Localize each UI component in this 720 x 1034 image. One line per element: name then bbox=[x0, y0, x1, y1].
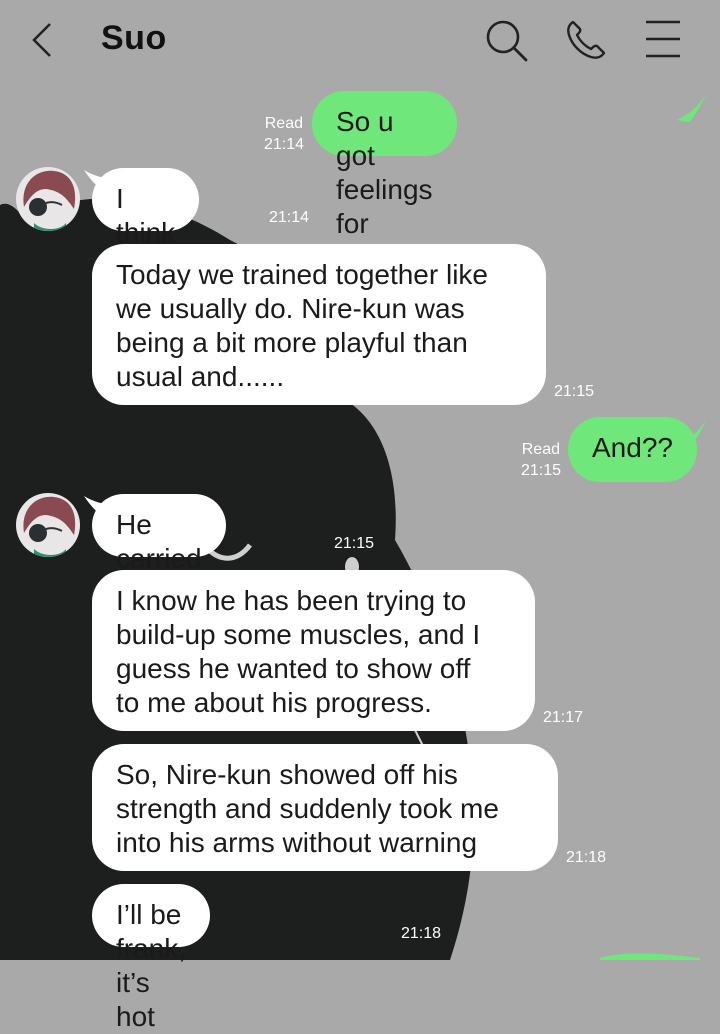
message-bubble[interactable]: I’ll be frank, it’s hot bbox=[92, 884, 211, 1032]
message-time: 21:17 bbox=[543, 709, 584, 726]
message-bubble[interactable]: I think so bbox=[92, 168, 200, 282]
message-time: 21:15 bbox=[334, 535, 375, 552]
hamburger-menu-icon[interactable] bbox=[640, 16, 688, 64]
message-bubble[interactable]: I know he has been trying to build-up so… bbox=[92, 570, 535, 731]
contact-avatar[interactable] bbox=[16, 167, 80, 231]
message-time: 21:14 bbox=[264, 136, 305, 153]
message-time: 21:15 bbox=[521, 462, 562, 479]
contact-name: Suo bbox=[101, 19, 167, 57]
phone-icon[interactable] bbox=[562, 16, 610, 64]
message-time: 21:14 bbox=[269, 209, 310, 226]
contact-avatar[interactable] bbox=[16, 493, 80, 557]
search-icon[interactable] bbox=[482, 16, 530, 64]
message-bubble[interactable]: So u got feelings for him? bbox=[312, 91, 457, 273]
read-receipt: Read bbox=[264, 115, 303, 132]
message-time: 21:18 bbox=[566, 849, 607, 866]
message-bubble[interactable]: And?? bbox=[568, 417, 697, 482]
message-bubble[interactable]: So, Nire-kun showed off his strength and… bbox=[92, 744, 558, 871]
message-time: 21:15 bbox=[554, 383, 595, 400]
chat-header: Suo bbox=[0, 0, 720, 84]
chevron-left-icon[interactable] bbox=[26, 20, 60, 60]
message-time: 21:18 bbox=[401, 925, 442, 942]
message-bubble[interactable]: Today we trained together like we usuall… bbox=[92, 244, 546, 405]
message-bubble[interactable]: He carried me bbox=[92, 494, 226, 608]
read-receipt: Read bbox=[521, 441, 560, 458]
bubble-tail bbox=[676, 94, 706, 122]
